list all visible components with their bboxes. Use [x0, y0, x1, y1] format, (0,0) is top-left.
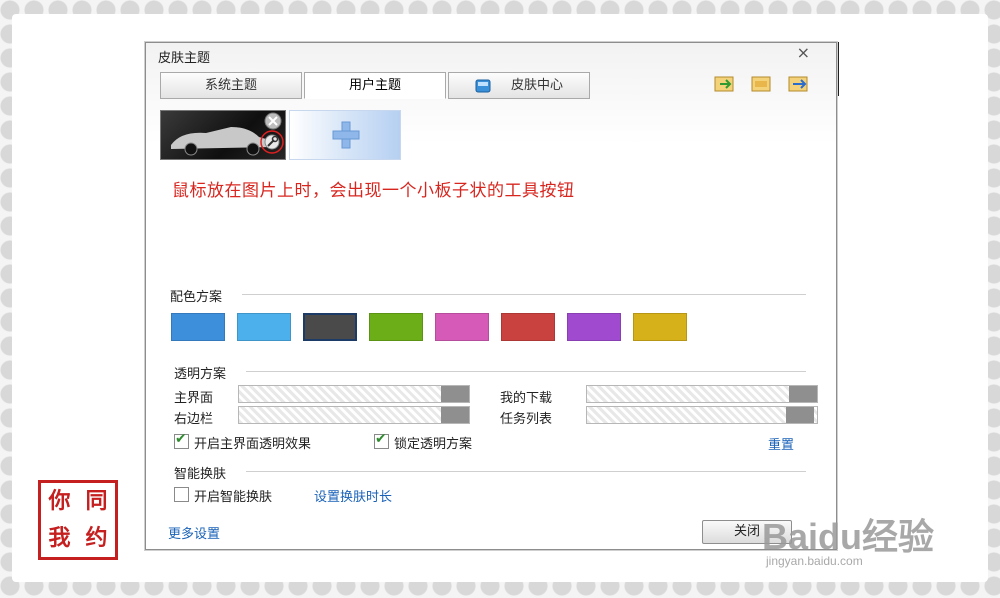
check-icon: ✔: [175, 431, 187, 447]
enable-transparency-label: 开启主界面透明效果: [194, 437, 312, 452]
color-swatch[interactable]: [501, 313, 555, 341]
tab-user-theme[interactable]: 用户主题: [304, 72, 446, 99]
toolbar-icons: [704, 75, 810, 97]
slider-handle[interactable]: [789, 386, 817, 402]
seal-char: 你: [48, 488, 71, 514]
annotation-text: 鼠标放在图片上时，会出现一个小板子状的工具按钮: [172, 181, 575, 201]
lock-transparency-checkbox[interactable]: ✔: [374, 431, 389, 449]
cup-icon: [475, 78, 493, 94]
transparency-slider-tasks[interactable]: [586, 406, 818, 424]
transparency-slider-main[interactable]: [238, 385, 470, 403]
plus-icon: [330, 119, 362, 155]
smart-skin-label: 智能换肤: [174, 467, 227, 482]
lock-transparency-label: 锁定透明方案: [394, 437, 473, 452]
set-skin-duration-link[interactable]: 设置换肤时长: [314, 486, 392, 505]
slider-handle[interactable]: [441, 407, 469, 423]
import-skin-icon[interactable]: [714, 75, 736, 93]
tab-label: 皮肤中心: [510, 78, 563, 93]
slider-label-sidebar: 右边栏: [174, 412, 214, 427]
smart-skin-option-label: 开启智能换肤: [194, 490, 273, 505]
more-settings-link[interactable]: 更多设置: [168, 523, 220, 542]
dialog-title: 皮肤主题: [158, 51, 211, 66]
check-icon: ✔: [375, 431, 387, 447]
skin-theme-dialog: 皮肤主题 × 系统主题 用户主题 皮肤中心 鼠标放在图片上时，会出现一个小板子状…: [145, 42, 837, 550]
color-swatch[interactable]: [567, 313, 621, 341]
color-swatch[interactable]: [237, 313, 291, 341]
tab-label: 用户主题: [348, 78, 401, 93]
slider-label-tasks: 任务列表: [500, 412, 553, 427]
watermark-url: jingyan.baidu.com: [766, 554, 863, 568]
transparency-slider-downloads[interactable]: [586, 385, 818, 403]
watermark-brand: Baidu经验: [762, 516, 935, 557]
seal-char: 我: [48, 525, 71, 551]
baidu-jingyan-watermark: Baidu经验 jingyan.baidu.com: [762, 508, 952, 578]
color-swatch[interactable]: [435, 313, 489, 341]
slider-label-main: 主界面: [174, 391, 214, 406]
tab-label: 系统主题: [204, 78, 257, 93]
enable-transparency-checkbox[interactable]: ✔: [174, 431, 189, 449]
close-icon[interactable]: ×: [797, 43, 810, 62]
seal-char: 同: [85, 488, 108, 514]
color-swatch[interactable]: [171, 313, 225, 341]
smart-skin-checkbox[interactable]: [174, 487, 189, 502]
transparency-label: 透明方案: [174, 367, 227, 382]
color-swatch[interactable]: [633, 313, 687, 341]
wrench-tool-icon[interactable]: [259, 129, 285, 159]
reset-link[interactable]: 重置: [768, 434, 794, 453]
transparency-slider-sidebar[interactable]: [238, 406, 470, 424]
seal-char: 约: [85, 525, 108, 551]
red-seal-logo: 你 同 我 约: [38, 480, 118, 560]
divider: [242, 294, 806, 295]
export-skin-icon[interactable]: [751, 75, 773, 93]
color-swatch[interactable]: [369, 313, 423, 341]
color-swatch[interactable]: [303, 313, 357, 341]
tab-system-theme[interactable]: 系统主题: [160, 72, 302, 99]
color-scheme-label: 配色方案: [170, 290, 223, 305]
skin-thumbnail[interactable]: [160, 110, 286, 160]
slider-label-downloads: 我的下载: [500, 391, 553, 406]
share-skin-icon[interactable]: [788, 75, 810, 93]
add-skin-button[interactable]: [289, 110, 401, 160]
divider: [246, 471, 806, 472]
tab-skin-center[interactable]: 皮肤中心: [448, 72, 590, 99]
slider-handle[interactable]: [441, 386, 469, 402]
slider-handle[interactable]: [786, 407, 814, 423]
divider: [246, 371, 806, 372]
